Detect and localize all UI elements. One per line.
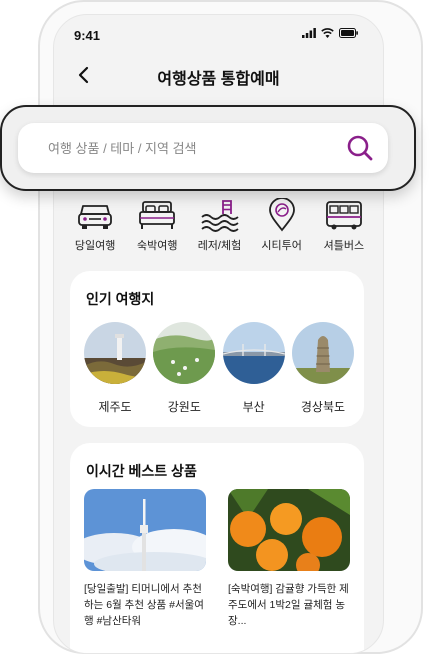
map-pin-icon: [262, 197, 302, 233]
search-icon[interactable]: [346, 134, 374, 162]
destination-image: [222, 322, 285, 384]
bed-icon: [137, 197, 177, 233]
car-icon: [75, 197, 115, 233]
category-day-trip[interactable]: 당일여행: [67, 197, 123, 253]
destination-label: 제주도: [98, 400, 132, 414]
destination-gangwon[interactable]: 강원도: [153, 322, 216, 415]
product-list: [당일출발] 티머니에서 추천하는 6월 추천 상품 #서울여행 #남산타워 […: [84, 489, 350, 629]
destination-label: 경상북도: [300, 400, 346, 414]
signal-icon: [302, 28, 316, 38]
category-stay-trip[interactable]: 숙박여행: [129, 197, 185, 253]
popular-destinations-card: 인기 여행지 제주도 강원도 부산 경상북도: [70, 271, 364, 427]
destination-image: [84, 322, 146, 384]
category-label: 시티투어: [261, 240, 302, 252]
category-label: 당일여행: [74, 240, 116, 252]
product-title: [숙박여행] 감귤향 가득한 제주도에서 1박2일 귤체험 농장...: [228, 583, 349, 627]
category-label: 레저/체험: [197, 240, 242, 252]
destination-list: 제주도 강원도 부산 경상북도: [84, 322, 354, 415]
search-box: [18, 123, 388, 173]
product-card[interactable]: [숙박여행] 감귤향 가득한 제주도에서 1박2일 귤체험 농장...: [228, 489, 350, 629]
app-header: 여행상품 통합예매: [54, 55, 383, 95]
search-input[interactable]: [48, 123, 338, 173]
status-time: 9:41: [74, 28, 101, 43]
destination-image: [291, 322, 354, 384]
product-title: [당일출발] 티머니에서 추천하는 6월 추천 상품 #서울여행 #남산타워: [84, 583, 204, 627]
destination-jeju[interactable]: 제주도: [84, 322, 146, 415]
destination-label: 강원도: [167, 400, 201, 414]
category-label: 숙박여행: [137, 240, 178, 252]
product-image: [228, 489, 350, 571]
best-products-card: 이시간 베스트 상품 [당일출발] 티머니에서 추천하는 6월 추천 상품 #서…: [70, 443, 364, 653]
category-row: 당일여행 숙박여행 레저/체험 시티투어 셔틀버스: [54, 197, 383, 253]
pool-icon: [199, 197, 240, 233]
destination-image: [153, 322, 216, 384]
section-title: 인기 여행지: [86, 291, 155, 307]
page-title: 여행상품 통합예매: [157, 71, 280, 88]
category-leisure[interactable]: 레저/체험: [191, 197, 247, 253]
bus-icon: [324, 197, 364, 233]
category-shuttle-bus[interactable]: 셔틀버스: [316, 197, 372, 253]
battery-icon: [339, 28, 358, 38]
status-bar: 9:41: [54, 15, 383, 55]
product-card[interactable]: [당일출발] 티머니에서 추천하는 6월 추천 상품 #서울여행 #남산타워: [84, 489, 206, 629]
destination-label: 부산: [242, 400, 265, 414]
status-icons: [302, 28, 359, 38]
section-title: 이시간 베스트 상품: [86, 463, 197, 479]
product-image: [84, 489, 206, 571]
wifi-icon: [321, 28, 334, 38]
search-panel: [0, 105, 416, 191]
destination-busan[interactable]: 부산: [222, 322, 285, 415]
destination-gyeongbuk[interactable]: 경상북도: [291, 322, 354, 415]
category-label: 셔틀버스: [323, 240, 365, 252]
category-city-tour[interactable]: 시티투어: [254, 197, 310, 253]
